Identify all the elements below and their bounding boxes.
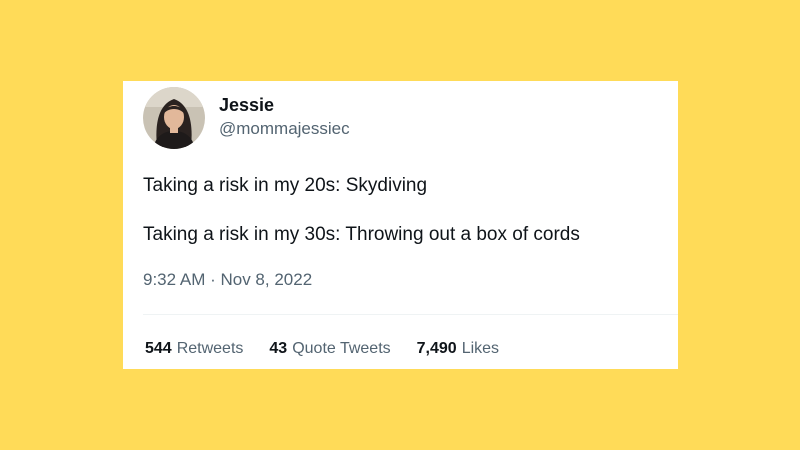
author-handle[interactable]: @mommajessiec (219, 119, 350, 139)
retweets-count: 544 (145, 340, 172, 357)
likes-count: 7,490 (416, 340, 457, 357)
retweets-label: Retweets (176, 340, 244, 357)
tweet-card: Jessie @mommajessiec Taking a risk in my… (123, 81, 678, 369)
quote-tweets-count: 43 (269, 340, 288, 357)
author-name[interactable]: Jessie (219, 95, 274, 116)
engagement-stats: 544 Retweets 43 Quote Tweets 7,490 Likes (145, 340, 525, 358)
likes-label: Likes (461, 340, 500, 357)
retweets-stat[interactable]: 544 Retweets (145, 340, 243, 358)
tweet-text-line-1: Taking a risk in my 20s: Skydiving (143, 175, 428, 196)
avatar[interactable] (143, 87, 205, 149)
tweet-text-line-2: Taking a risk in my 30s: Throwing out a … (143, 224, 580, 245)
profile-photo-icon (143, 87, 205, 149)
likes-stat[interactable]: 7,490 Likes (417, 340, 499, 358)
divider (143, 314, 678, 315)
quote-tweets-stat[interactable]: 43 Quote Tweets (269, 340, 390, 358)
quote-tweets-label: Quote Tweets (292, 340, 391, 357)
tweet-timestamp[interactable]: 9:32 AM · Nov 8, 2022 (143, 270, 312, 290)
